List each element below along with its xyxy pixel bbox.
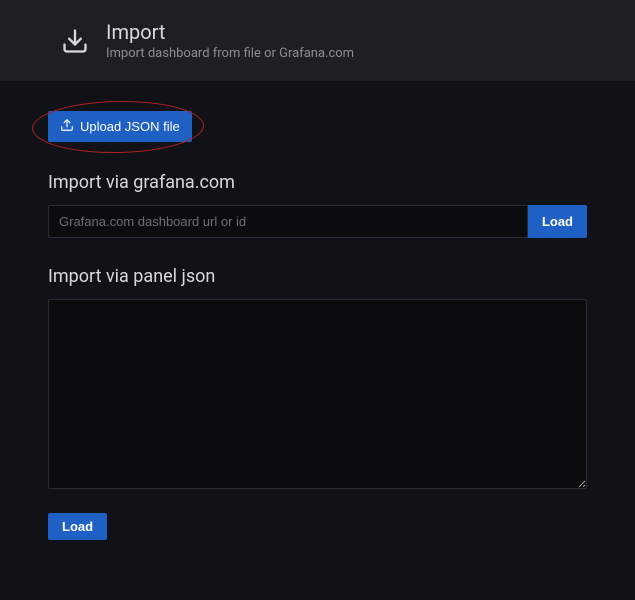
main-content: Upload JSON file Import via grafana.com … [0, 81, 635, 598]
grafana-section-title: Import via grafana.com [48, 172, 587, 193]
header-text: Import Import dashboard from file or Gra… [106, 20, 354, 61]
page-header: Import Import dashboard from file or Gra… [0, 0, 635, 81]
upload-wrapper: Upload JSON file [48, 111, 192, 142]
grafana-load-button[interactable]: Load [528, 205, 587, 238]
json-section-title: Import via panel json [48, 266, 587, 287]
json-load-button[interactable]: Load [48, 513, 107, 540]
upload-icon [60, 118, 74, 135]
page-subtitle: Import dashboard from file or Grafana.co… [106, 46, 354, 61]
grafana-import-section: Import via grafana.com Load [48, 172, 587, 238]
upload-button-label: Upload JSON file [80, 119, 180, 134]
panel-json-textarea[interactable] [48, 299, 587, 489]
page-title: Import [106, 20, 354, 44]
grafana-input-row: Load [48, 205, 587, 238]
json-import-section: Import via panel json Load [48, 266, 587, 540]
upload-json-button[interactable]: Upload JSON file [48, 111, 192, 142]
grafana-url-input[interactable] [48, 205, 528, 238]
import-icon [60, 26, 90, 56]
